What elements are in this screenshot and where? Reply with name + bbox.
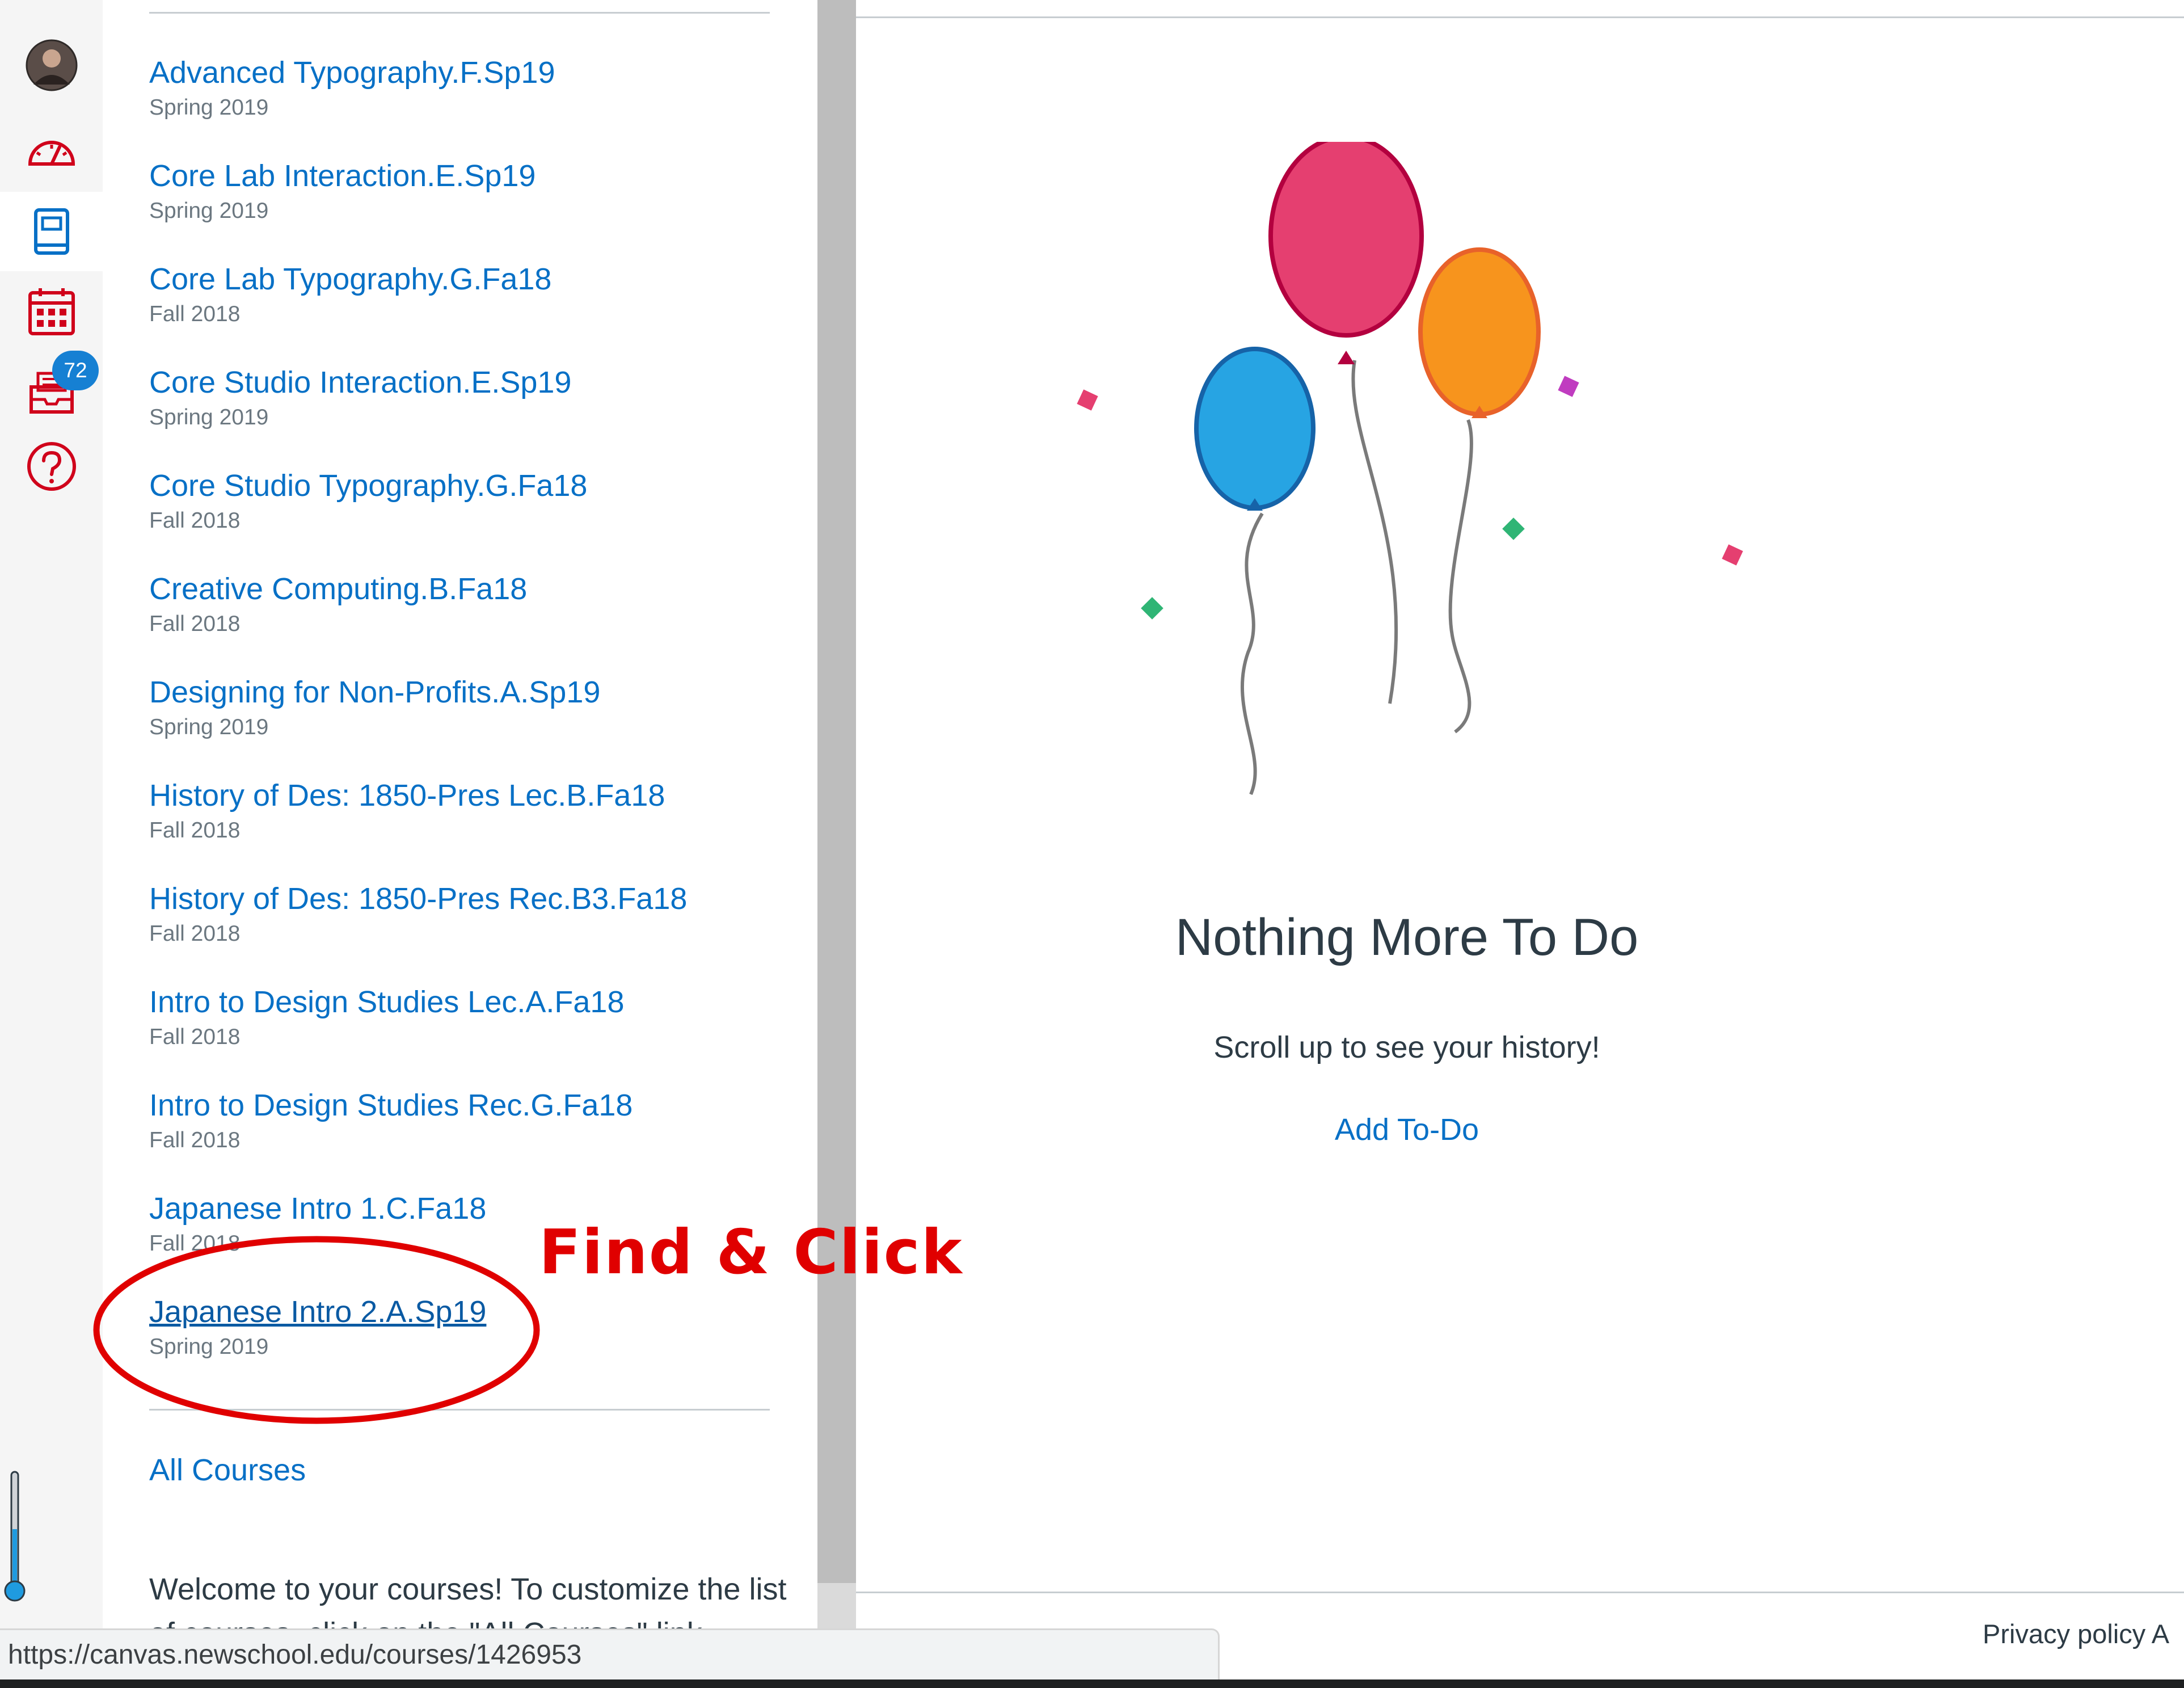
- footer-divider: [856, 1592, 2184, 1593]
- course-link[interactable]: Designing for Non-Profits.A.Sp19: [149, 674, 600, 710]
- course-term: Fall 2018: [149, 302, 241, 326]
- course-term: Fall 2018: [149, 612, 241, 636]
- dashboard-icon: [28, 141, 75, 166]
- balloons-illustration: [1077, 142, 1743, 795]
- course-item: Intro to Design Studies Rec.G.Fa18 Fall …: [149, 1087, 633, 1154]
- help-icon: [27, 442, 76, 491]
- course-link[interactable]: Creative Computing.B.Fa18: [149, 571, 527, 607]
- course-item: Advanced Typography.F.Sp19 Spring 2019: [149, 54, 555, 121]
- course-term: Fall 2018: [149, 1128, 241, 1152]
- global-nav: 72: [0, 0, 103, 1628]
- course-term: Spring 2019: [149, 95, 269, 120]
- welcome-text: Welcome to your courses! To customize th…: [149, 1572, 787, 1628]
- add-todo-link[interactable]: Add To-Do: [1066, 1112, 1747, 1147]
- course-term: Fall 2018: [149, 921, 241, 946]
- inbox-unread-badge: 72: [52, 351, 99, 390]
- scroll-history-message: Scroll up to see your history!: [1213, 1030, 1600, 1064]
- annotation-label: Find & Click: [539, 1217, 963, 1288]
- avatar-icon: [26, 39, 77, 91]
- thermometer-icon: [4, 1471, 26, 1602]
- book-icon: [33, 208, 69, 255]
- course-link[interactable]: Core Studio Interaction.E.Sp19: [149, 364, 571, 401]
- course-item: Designing for Non-Profits.A.Sp19 Spring …: [149, 674, 600, 741]
- window-bottom-edge: [0, 1679, 2184, 1688]
- course-item: Core Lab Typography.G.Fa18 Fall 2018: [149, 261, 551, 328]
- calendar-nav[interactable]: [0, 271, 103, 351]
- course-item: History of Des: 1850-Pres Lec.B.Fa18 Fal…: [149, 777, 665, 844]
- course-term: Spring 2019: [149, 715, 269, 739]
- help-nav[interactable]: [0, 427, 103, 506]
- course-item: Intro to Design Studies Lec.A.Fa18 Fall …: [149, 984, 624, 1051]
- course-link[interactable]: Core Lab Typography.G.Fa18: [149, 261, 551, 297]
- course-term: Fall 2018: [149, 818, 241, 843]
- course-link[interactable]: History of Des: 1850-Pres Lec.B.Fa18: [149, 777, 665, 814]
- main-top-divider: [856, 16, 2184, 18]
- course-term: Spring 2019: [149, 405, 269, 430]
- dashboard-nav[interactable]: [0, 111, 103, 190]
- course-link[interactable]: Core Lab Interaction.E.Sp19: [149, 158, 536, 194]
- course-item: Core Studio Typography.G.Fa18 Fall 2018: [149, 468, 587, 534]
- browser-status-bar: https://canvas.newschool.edu/courses/142…: [0, 1628, 1220, 1679]
- annotation-ellipse: [93, 1236, 540, 1424]
- course-term: Spring 2019: [149, 199, 269, 223]
- tray-scrollbar-thumb[interactable]: [817, 0, 856, 1583]
- all-courses-link[interactable]: All Courses: [149, 1453, 306, 1488]
- tray-top-divider: [149, 12, 770, 14]
- course-link[interactable]: Japanese Intro 1.C.Fa18: [149, 1190, 486, 1227]
- calendar-icon: [28, 288, 75, 335]
- course-item: Creative Computing.B.Fa18 Fall 2018: [149, 571, 527, 638]
- course-link[interactable]: Intro to Design Studies Rec.G.Fa18: [149, 1087, 633, 1123]
- account-avatar[interactable]: [0, 26, 103, 105]
- course-term: Fall 2018: [149, 1025, 241, 1049]
- course-link[interactable]: Advanced Typography.F.Sp19: [149, 54, 555, 91]
- courses-nav[interactable]: [0, 192, 103, 271]
- course-item: Core Studio Interaction.E.Sp19 Spring 20…: [149, 364, 571, 431]
- nothing-more-heading: Nothing More To Do: [1175, 908, 1639, 966]
- course-link[interactable]: Core Studio Typography.G.Fa18: [149, 468, 587, 504]
- course-term: Fall 2018: [149, 508, 241, 533]
- course-link[interactable]: History of Des: 1850-Pres Rec.B3.Fa18: [149, 881, 687, 917]
- course-link[interactable]: Intro to Design Studies Lec.A.Fa18: [149, 984, 624, 1020]
- footer-privacy-link[interactable]: Privacy policy A: [1983, 1618, 2169, 1649]
- course-item: Core Lab Interaction.E.Sp19 Spring 2019: [149, 158, 536, 225]
- course-item: History of Des: 1850-Pres Rec.B3.Fa18 Fa…: [149, 881, 687, 948]
